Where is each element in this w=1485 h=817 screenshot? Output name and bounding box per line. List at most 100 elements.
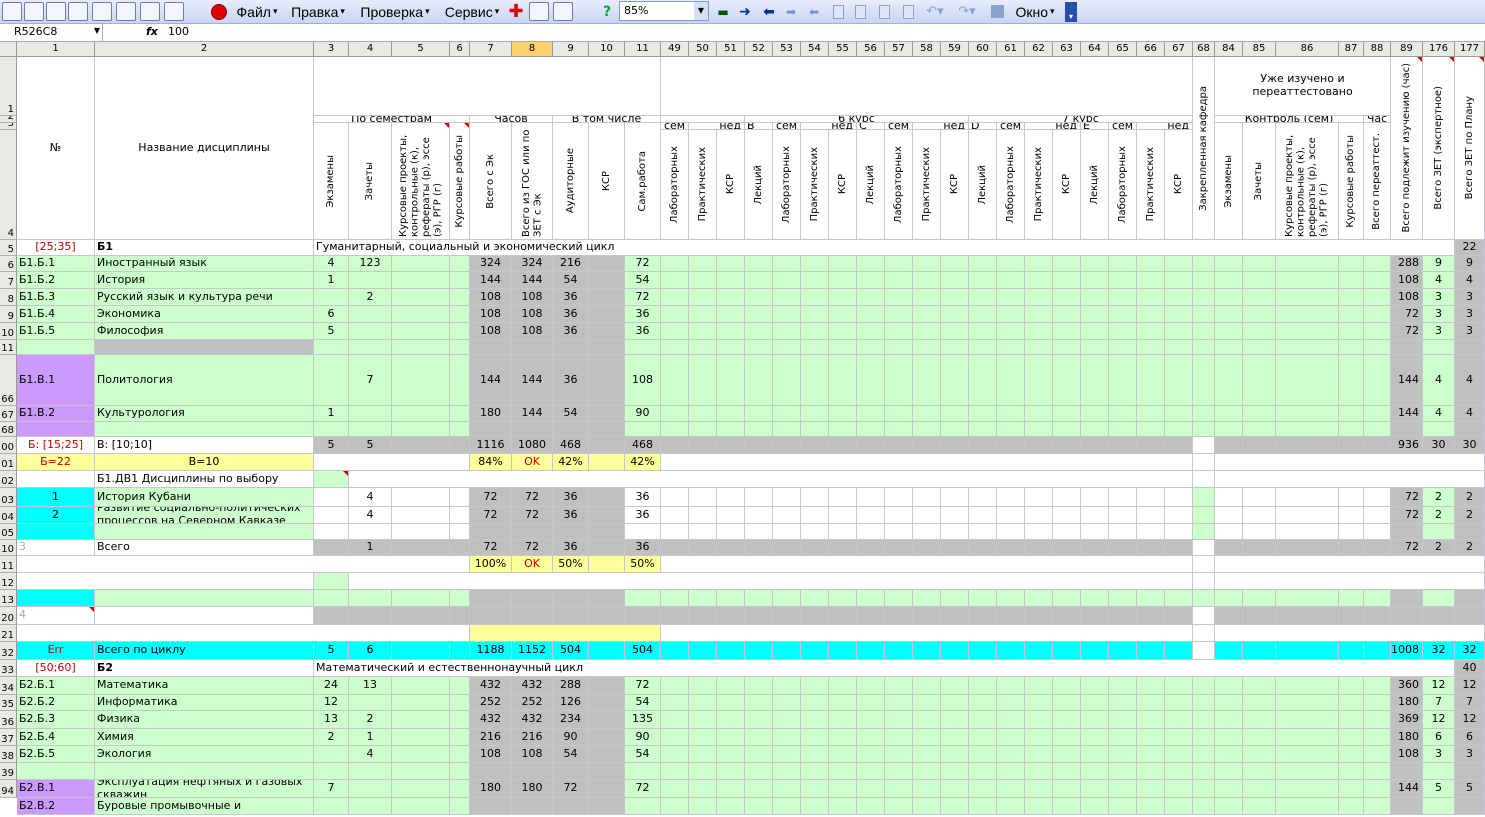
value-cell[interactable]: 108 [470,746,512,763]
total-zet-plan[interactable]: 6 [1455,729,1485,746]
reattest-cell[interactable] [1276,289,1339,306]
semester-cell[interactable] [717,272,745,289]
semester-cell[interactable] [1137,590,1165,607]
semester-cell[interactable] [829,695,857,711]
row-header[interactable]: 12 [0,573,17,590]
value-cell[interactable]: 36 [553,355,589,406]
kafedra-cell[interactable] [1193,556,1215,573]
semester-cell[interactable] [1081,729,1109,746]
cell[interactable] [913,607,941,625]
total-zet-expert[interactable]: 3 [1423,289,1455,306]
semester-cell[interactable] [1109,323,1137,340]
value-cell[interactable]: 288 [553,677,589,695]
value-cell[interactable]: 72 [470,488,512,507]
value-cell[interactable] [349,780,392,798]
value-cell[interactable] [349,590,392,607]
semester-cell[interactable] [661,507,689,524]
total-cell[interactable] [1137,642,1165,660]
semester-cell[interactable] [1053,677,1081,695]
value-cell[interactable]: 144 [512,272,553,289]
value-cell[interactable] [589,289,625,306]
column-header[interactable]: 2 [95,42,314,57]
total-hours[interactable]: 1008 [1391,642,1423,660]
cell[interactable] [470,625,661,642]
total-cell[interactable]: 1116 [470,437,512,454]
total-cell[interactable] [801,540,829,556]
total-cell[interactable] [1364,642,1391,660]
row-header[interactable]: 10 [0,323,17,340]
semester-cell[interactable] [1025,695,1053,711]
semester-cell[interactable] [913,272,941,289]
total-cell[interactable] [1364,540,1391,556]
semester-cell[interactable] [885,256,913,272]
discipline-name[interactable] [95,524,314,540]
discipline-name[interactable]: Иностранный язык [95,256,314,272]
discipline-name[interactable] [95,590,314,607]
semester-cell[interactable] [829,763,857,780]
semester-cell[interactable] [1109,763,1137,780]
total-cell[interactable]: 72 [470,540,512,556]
reattest-cell[interactable] [1215,323,1243,340]
value-cell[interactable] [314,763,349,780]
row-id[interactable]: Б2.Б.2 [17,695,95,711]
value-cell[interactable]: 90 [553,729,589,746]
semester-cell[interactable] [829,272,857,289]
reattest-cell[interactable] [1243,256,1276,272]
semester-cell[interactable] [1053,763,1081,780]
cycle-code[interactable]: Б1 [95,240,314,256]
kafedra-cell[interactable] [1193,746,1215,763]
discipline-name[interactable]: История [95,272,314,289]
total-zet-expert[interactable]: 2 [1423,507,1455,524]
semester-cell[interactable] [885,798,913,815]
total-zet-plan[interactable]: 2 [1455,507,1485,524]
total-cell[interactable] [969,540,997,556]
semester-cell[interactable] [689,355,717,406]
value-cell[interactable]: 180 [470,780,512,798]
semester-cell[interactable] [689,677,717,695]
semester-cell[interactable] [1081,306,1109,323]
total-hours[interactable]: 72 [1391,323,1423,340]
value-cell[interactable] [349,524,392,540]
reattest-cell[interactable] [1339,524,1364,540]
value-cell[interactable] [589,746,625,763]
total-cell[interactable]: 5 [349,437,392,454]
discipline-name[interactable] [95,422,314,437]
semester-cell[interactable] [801,289,829,306]
semester-cell[interactable] [997,406,1025,422]
cell[interactable] [314,573,349,590]
total-hours[interactable] [1391,798,1423,815]
value-cell[interactable]: 36 [553,488,589,507]
total-cell[interactable] [589,437,625,454]
total-hours[interactable] [1391,524,1423,540]
semester-cell[interactable] [857,355,885,406]
semester-cell[interactable] [689,422,717,437]
menu-edit[interactable]: Правка ▾ [287,2,349,21]
row-id[interactable]: 1 [17,488,95,507]
column-header[interactable]: 54 [801,42,829,57]
value-cell[interactable] [314,422,349,437]
semester-cell[interactable] [1025,507,1053,524]
value-cell[interactable]: 108 [470,289,512,306]
value-cell[interactable]: 108 [625,355,661,406]
value-cell[interactable]: 108 [470,323,512,340]
cycle-range[interactable]: [25;35] [17,240,95,256]
semester-cell[interactable] [913,590,941,607]
reattest-cell[interactable] [1243,422,1276,437]
reattest-cell[interactable] [1364,422,1391,437]
value-cell[interactable] [470,340,512,355]
semester-cell[interactable] [745,729,773,746]
arrow-left-icon[interactable]: ⬅ [760,2,778,21]
semester-cell[interactable] [941,524,969,540]
total-hours[interactable]: 144 [1391,780,1423,798]
value-cell[interactable] [392,695,450,711]
value-cell[interactable] [314,289,349,306]
total-cell[interactable] [1243,642,1276,660]
total-zet-expert[interactable]: 5 [1423,780,1455,798]
reattest-cell[interactable] [1215,746,1243,763]
semester-cell[interactable] [1109,677,1137,695]
kafedra-cell[interactable] [1193,798,1215,815]
semester-cell[interactable] [801,746,829,763]
semester-cell[interactable] [801,306,829,323]
column-header[interactable]: 5 [392,42,450,57]
percent-cell[interactable]: 50% [625,556,661,573]
